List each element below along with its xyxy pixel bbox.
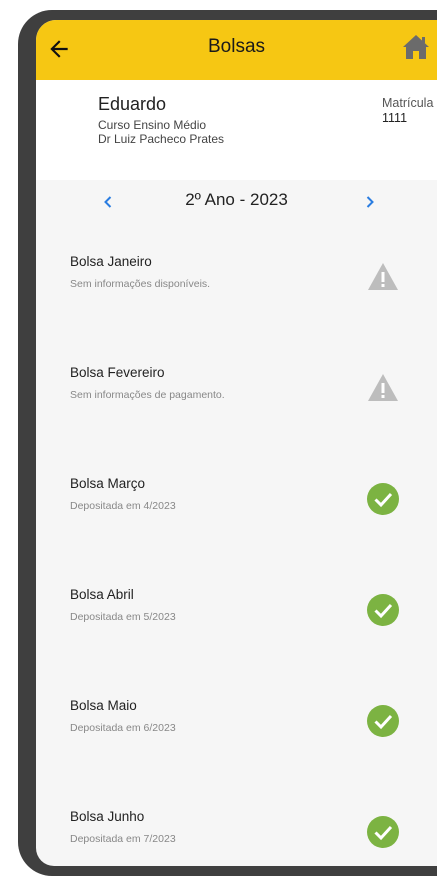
- matricula-value: 1111: [382, 111, 408, 125]
- student-name: Eduardo: [98, 94, 167, 114]
- check-circle-icon: [367, 816, 399, 848]
- item-subtitle: Depositada em 6/2023: [70, 722, 176, 734]
- item-title: Bolsa Março: [70, 476, 146, 491]
- item-title: Bolsa Fevereiro: [70, 365, 165, 380]
- check-circle-icon: [367, 594, 399, 626]
- item-title: Bolsa Janeiro: [70, 254, 152, 269]
- item-subtitle: Sem informações de pagamento.: [70, 389, 225, 401]
- warning-icon: [368, 263, 398, 290]
- item-subtitle: Depositada em 7/2023: [70, 833, 176, 845]
- list-item[interactable]: Bolsa Fevereiro Sem informações de pagam…: [36, 365, 437, 475]
- list-item[interactable]: Bolsa Março Depositada em 4/2023: [36, 476, 437, 586]
- list-item[interactable]: Bolsa Maio Depositada em 6/2023: [36, 698, 437, 808]
- item-subtitle: Depositada em 5/2023: [70, 611, 176, 623]
- warning-icon: [368, 374, 398, 401]
- list-item[interactable]: Bolsa Junho Depositada em 7/2023: [36, 809, 437, 866]
- list-item[interactable]: Bolsa Abril Depositada em 5/2023: [36, 587, 437, 697]
- matricula-label: Matrícula: [382, 96, 434, 110]
- item-title: Bolsa Maio: [70, 698, 137, 713]
- check-circle-icon: [367, 705, 399, 737]
- home-button[interactable]: [401, 32, 431, 62]
- check-circle-icon: [367, 483, 399, 515]
- item-subtitle: Depositada em 4/2023: [70, 500, 176, 512]
- chevron-right-icon: [366, 196, 374, 208]
- item-title: Bolsa Junho: [70, 809, 145, 824]
- app-screen: Bolsas Eduardo Curso Ensino Médio Dr Lui…: [36, 20, 437, 866]
- student-card: Eduardo Curso Ensino Médio Dr Luiz Pache…: [36, 80, 437, 180]
- year-navigator: 2º Ano - 2023: [36, 190, 437, 220]
- home-icon: [403, 35, 429, 59]
- page-title: Bolsas: [207, 36, 266, 57]
- item-subtitle: Sem informações disponíveis.: [70, 278, 211, 290]
- app-bar: Bolsas: [36, 20, 437, 80]
- list-item[interactable]: Bolsa Janeiro Sem informações disponívei…: [36, 254, 437, 364]
- student-school: Dr Luiz Pacheco Prates: [98, 132, 225, 146]
- next-year-button[interactable]: [358, 190, 382, 214]
- student-course: Curso Ensino Médio: [98, 118, 207, 132]
- item-title: Bolsa Abril: [70, 587, 134, 602]
